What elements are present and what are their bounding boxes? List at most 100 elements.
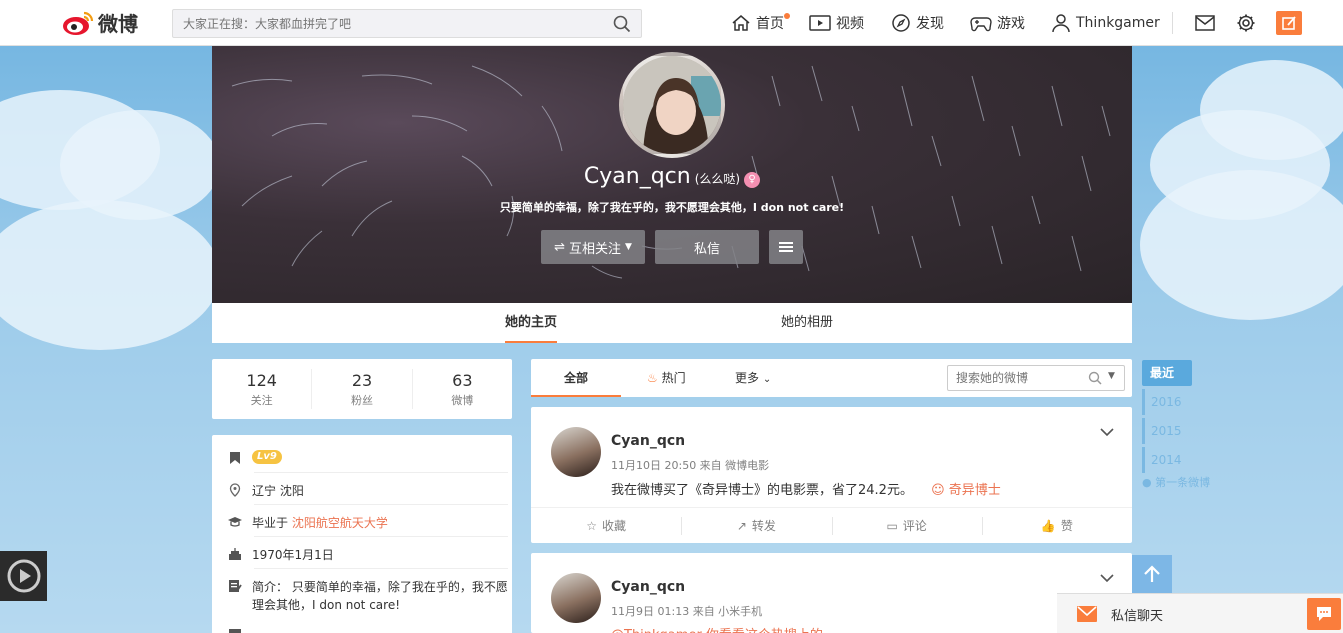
gear-icon[interactable] (1236, 13, 1256, 33)
post-avatar[interactable] (551, 573, 601, 623)
bio-prefix: 简介： (252, 580, 289, 594)
private-chat-bar[interactable]: 私信聊天 (1057, 593, 1343, 633)
info-bio-row: 简介： 只要简单的幸福，除了我在乎的，我不愿理会其他，I don not car… (228, 578, 508, 614)
home-icon (732, 15, 750, 31)
profile-nickname: (么么哒) (694, 172, 741, 186)
repost-label: 转发 (751, 519, 776, 533)
school-link[interactable]: 沈阳航空航天大学 (292, 516, 388, 530)
flame-icon: ♨ (647, 371, 658, 385)
favorite-label: 收藏 (602, 519, 627, 533)
post-author[interactable]: Cyan_qcn (611, 433, 685, 449)
notification-dot (784, 13, 790, 19)
nav-discover[interactable]: 发现 (891, 13, 944, 33)
post-card: Cyan_qcn 11月10日 20:50 来自 微博电影 我在微博买了《奇异博… (531, 407, 1132, 543)
chat-label: 私信聊天 (1111, 609, 1164, 624)
info-school-row: 毕业于 沈阳航空航天大学 (228, 514, 508, 531)
search-icon[interactable] (613, 15, 631, 33)
movie-link-label: 奇异博士 (948, 483, 1001, 498)
nav-video-label: 视频 (836, 16, 864, 32)
profile-tabs: 她的主页 她的相册 (212, 303, 1132, 343)
global-search-input[interactable] (173, 10, 593, 37)
weibo-logo[interactable]: 微博 (62, 8, 138, 37)
timeline-year[interactable]: 2015 (1142, 418, 1192, 444)
tab-more[interactable]: 更多 ⌄ (735, 359, 771, 397)
chevron-down-icon[interactable] (1100, 427, 1114, 437)
divider (254, 568, 508, 569)
stat-label: 微博 (451, 394, 474, 407)
star-icon: ☆ (586, 518, 597, 533)
chevron-down-icon: ⌄ (762, 374, 772, 385)
chat-bubble-icon (1317, 607, 1331, 621)
bio-text: 只要简单的幸福，除了我在乎的，我不愿理会其他，I don not care! (252, 580, 508, 612)
edit-icon (1282, 16, 1296, 30)
profile-bio: 只要简单的幸福，除了我在乎的，我不愿理会其他，I don not care! (499, 201, 845, 214)
weibo-logo-icon (63, 11, 94, 35)
profile-avatar[interactable] (619, 52, 725, 158)
caret-down-icon: ▼ (625, 242, 632, 252)
scroll-top-button[interactable] (1132, 555, 1172, 593)
compose-button[interactable] (1276, 11, 1302, 35)
follow-button[interactable]: ⇌ 互相关注 ▼ (541, 230, 645, 264)
stat-followers[interactable]: 23 粉丝 (312, 369, 413, 409)
user-icon (1052, 14, 1070, 33)
stat-number: 63 (452, 371, 473, 390)
share-icon: ↗ (736, 518, 747, 533)
info-location-row: 辽宁 沈阳 (228, 482, 508, 499)
search-icon[interactable] (1088, 371, 1102, 385)
tab-her-album[interactable]: 她的相册 (781, 303, 833, 343)
video-icon (809, 15, 831, 31)
repost-button[interactable]: ↗ 转发 (681, 508, 831, 543)
stat-label: 粉丝 (350, 394, 373, 407)
nav-home[interactable]: 首页 (731, 13, 784, 33)
post-meta: 11月10日 20:50 来自 微博电影 (611, 459, 770, 472)
timeline-recent[interactable]: 最近 (1142, 360, 1192, 386)
caret-down-icon[interactable]: ▼ (1108, 371, 1115, 381)
stat-label: 关注 (250, 394, 273, 407)
tab-hot[interactable]: ♨ 热门 (647, 359, 686, 397)
movie-link[interactable]: ☺ 奇异博士 (931, 483, 1001, 498)
bookmark-icon (230, 452, 240, 464)
nav-user[interactable]: Thinkgamer (1051, 13, 1160, 33)
favorite-button[interactable]: ☆ 收藏 (531, 508, 681, 543)
timeline-first-post[interactable]: ● 第一条微博 (1142, 474, 1210, 490)
message-button-label: 私信 (693, 241, 720, 257)
timeline-year[interactable]: 2016 (1142, 389, 1192, 415)
compass-icon (892, 14, 910, 32)
mutual-follow-icon: ⇌ (554, 239, 565, 255)
info-email-row (228, 625, 508, 633)
profile-name-row: Cyan_qcn (么么哒) ♀ (212, 164, 1132, 189)
like-label: 赞 (1060, 519, 1073, 533)
post-avatar[interactable] (551, 427, 601, 477)
timeline-year[interactable]: 2014 (1142, 447, 1192, 473)
post-card: Cyan_qcn 11月9日 01:13 来自 小米手机 @Thinkgamer… (531, 553, 1132, 633)
chat-open-button[interactable] (1307, 598, 1341, 630)
stat-following[interactable]: 124 关注 (212, 369, 313, 409)
stat-posts[interactable]: 63 微博 (413, 369, 512, 409)
feed-tabs: 全部 ♨ 热门 更多 ⌄ ▼ (531, 359, 1132, 397)
comment-button[interactable]: ▭ 评论 (831, 508, 982, 543)
play-icon (7, 559, 40, 593)
menu-icon (779, 242, 793, 252)
post-text: @Thinkgamer 你看看这个热搜上的 (611, 624, 823, 633)
tab-more-label: 更多 (735, 371, 760, 385)
video-player-widget[interactable] (0, 551, 47, 601)
stats-card: 124 关注 23 粉丝 63 微博 (212, 359, 512, 419)
like-button[interactable]: 👍 赞 (981, 508, 1132, 543)
cake-icon (229, 548, 241, 560)
tab-her-homepage[interactable]: 她的主页 (505, 303, 558, 343)
edit-note-icon (229, 580, 242, 592)
tab-all[interactable]: 全部 (531, 359, 621, 397)
gamepad-icon (970, 17, 992, 32)
more-menu-button[interactable] (769, 230, 803, 264)
level-badge[interactable]: Lv9 (252, 450, 282, 464)
nav-games[interactable]: 游戏 (970, 13, 1025, 33)
chevron-down-icon[interactable] (1100, 573, 1114, 583)
global-search (172, 9, 642, 38)
top-navbar: 微博 首页 视频 发现 游戏 Thinkgamer (0, 0, 1343, 46)
nav-video[interactable]: 视频 (809, 13, 864, 33)
feed-search-input[interactable] (948, 366, 1088, 390)
post-author[interactable]: Cyan_qcn (611, 579, 685, 595)
nav-discover-label: 发现 (916, 16, 944, 32)
message-button[interactable]: 私信 (655, 230, 759, 264)
mail-icon[interactable] (1195, 14, 1215, 32)
